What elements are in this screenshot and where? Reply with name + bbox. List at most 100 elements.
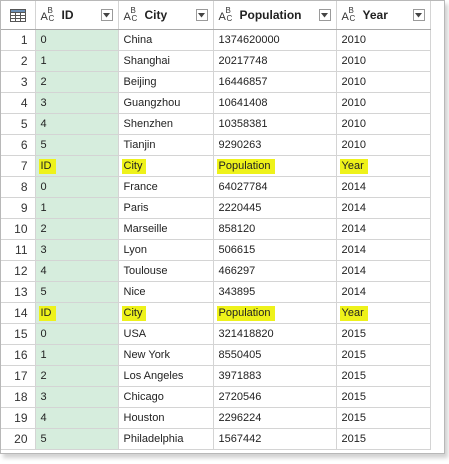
row-number[interactable]: 7	[1, 155, 36, 177]
cell-year[interactable]: 2014	[336, 281, 431, 303]
cell-city[interactable]: Shenzhen	[118, 113, 214, 135]
row-number[interactable]: 5	[1, 113, 36, 135]
cell-population[interactable]: 2296224	[213, 407, 337, 429]
table-row[interactable]: 9 1 Paris 2220445 2014	[1, 197, 431, 219]
row-number[interactable]: 16	[1, 344, 36, 366]
cell-year[interactable]: 2010	[336, 50, 431, 72]
row-number[interactable]: 6	[1, 134, 36, 156]
cell-population[interactable]: 2220445	[213, 197, 337, 219]
cell-population[interactable]: 321418820	[213, 323, 337, 345]
row-number[interactable]: 18	[1, 386, 36, 408]
cell-id[interactable]: 4	[35, 407, 119, 429]
cell-id[interactable]: 3	[35, 239, 119, 261]
cell-city[interactable]: Houston	[118, 407, 214, 429]
filter-dropdown-button[interactable]	[195, 9, 208, 21]
column-header-year[interactable]: A B C Year	[336, 1, 431, 30]
cell-population[interactable]: 1567442	[213, 428, 337, 450]
table-icon[interactable]	[9, 8, 26, 22]
cell-id[interactable]: 5	[35, 134, 119, 156]
row-number[interactable]: 4	[1, 92, 36, 114]
cell-population[interactable]: 858120	[213, 218, 337, 240]
cell-year[interactable]: Year	[336, 302, 431, 324]
cell-year[interactable]: 2015	[336, 428, 431, 450]
table-row[interactable]: 13 5 Nice 343895 2014	[1, 281, 431, 303]
cell-population[interactable]: 343895	[213, 281, 337, 303]
filter-dropdown-button[interactable]	[100, 9, 113, 21]
table-row[interactable]: 10 2 Marseille 858120 2014	[1, 218, 431, 240]
table-row[interactable]: 19 4 Houston 2296224 2015	[1, 407, 431, 429]
cell-id[interactable]: 3	[35, 92, 119, 114]
cell-city[interactable]: Beijing	[118, 71, 214, 93]
cell-city[interactable]: Philadelphia	[118, 428, 214, 450]
cell-city[interactable]: Nice	[118, 281, 214, 303]
cell-population[interactable]: 2720546	[213, 386, 337, 408]
cell-id[interactable]: 5	[35, 281, 119, 303]
cell-city[interactable]: Marseille	[118, 218, 214, 240]
cell-year[interactable]: 2014	[336, 239, 431, 261]
row-number[interactable]: 3	[1, 71, 36, 93]
cell-year[interactable]: 2010	[336, 113, 431, 135]
cell-population[interactable]: Population	[213, 302, 337, 324]
cell-population[interactable]: 8550405	[213, 344, 337, 366]
cell-city[interactable]: China	[118, 29, 214, 51]
cell-year[interactable]: 2014	[336, 176, 431, 198]
cell-population[interactable]: 9290263	[213, 134, 337, 156]
cell-year[interactable]: 2015	[336, 344, 431, 366]
table-row[interactable]: 5 4 Shenzhen 10358381 2010	[1, 113, 431, 135]
table-row[interactable]: 4 3 Guangzhou 10641408 2010	[1, 92, 431, 114]
cell-year[interactable]: 2015	[336, 365, 431, 387]
cell-id[interactable]: 0	[35, 323, 119, 345]
filter-dropdown-button[interactable]	[318, 9, 331, 21]
cell-year[interactable]: 2010	[336, 134, 431, 156]
column-header-population[interactable]: A B C Population	[213, 1, 337, 30]
cell-year[interactable]: 2010	[336, 92, 431, 114]
table-row[interactable]: 6 5 Tianjin 9290263 2010	[1, 134, 431, 156]
row-number[interactable]: 2	[1, 50, 36, 72]
cell-city[interactable]: Toulouse	[118, 260, 214, 282]
row-number[interactable]: 14	[1, 302, 36, 324]
cell-year[interactable]: 2015	[336, 407, 431, 429]
cell-id[interactable]: 1	[35, 50, 119, 72]
cell-id[interactable]: 2	[35, 71, 119, 93]
row-number[interactable]: 9	[1, 197, 36, 219]
row-number[interactable]: 10	[1, 218, 36, 240]
cell-city[interactable]: Paris	[118, 197, 214, 219]
text-type-icon[interactable]: ABC	[219, 6, 236, 23]
row-number[interactable]: 1	[1, 29, 36, 51]
cell-id[interactable]: 5	[35, 428, 119, 450]
cell-city[interactable]: France	[118, 176, 214, 198]
table-row[interactable]: 3 2 Beijing 16446857 2010	[1, 71, 431, 93]
row-number[interactable]: 20	[1, 428, 36, 450]
table-row[interactable]: 2 1 Shanghai 20217748 2010	[1, 50, 431, 72]
row-number[interactable]: 8	[1, 176, 36, 198]
text-type-icon[interactable]: ABC	[342, 6, 359, 23]
cell-population[interactable]: 1374620000	[213, 29, 337, 51]
cell-id[interactable]: 2	[35, 218, 119, 240]
row-number[interactable]: 11	[1, 239, 36, 261]
cell-city[interactable]: Lyon	[118, 239, 214, 261]
row-number[interactable]: 13	[1, 281, 36, 303]
cell-id[interactable]: 1	[35, 344, 119, 366]
cell-city[interactable]: New York	[118, 344, 214, 366]
cell-population[interactable]: 10641408	[213, 92, 337, 114]
cell-city[interactable]: Los Angeles	[118, 365, 214, 387]
cell-id[interactable]: 0	[35, 29, 119, 51]
table-row[interactable]: 7 ID City Population Year	[1, 155, 431, 177]
text-type-icon[interactable]: ABC	[41, 6, 58, 23]
cell-city[interactable]: USA	[118, 323, 214, 345]
cell-year[interactable]: 2015	[336, 386, 431, 408]
cell-year[interactable]: Year	[336, 155, 431, 177]
cell-city[interactable]: City	[118, 302, 214, 324]
table-row[interactable]: 18 3 Chicago 2720546 2015	[1, 386, 431, 408]
cell-id[interactable]: 4	[35, 260, 119, 282]
table-row[interactable]: 20 5 Philadelphia 1567442 2015	[1, 428, 431, 450]
column-header-city[interactable]: A B C City	[118, 1, 214, 30]
cell-city[interactable]: Shanghai	[118, 50, 214, 72]
cell-year[interactable]: 2014	[336, 218, 431, 240]
cell-id[interactable]: 4	[35, 113, 119, 135]
cell-population[interactable]: 466297	[213, 260, 337, 282]
table-row[interactable]: 8 0 France 64027784 2014	[1, 176, 431, 198]
table-menu-corner[interactable]	[1, 1, 36, 30]
table-row[interactable]: 12 4 Toulouse 466297 2014	[1, 260, 431, 282]
cell-year[interactable]: 2010	[336, 71, 431, 93]
